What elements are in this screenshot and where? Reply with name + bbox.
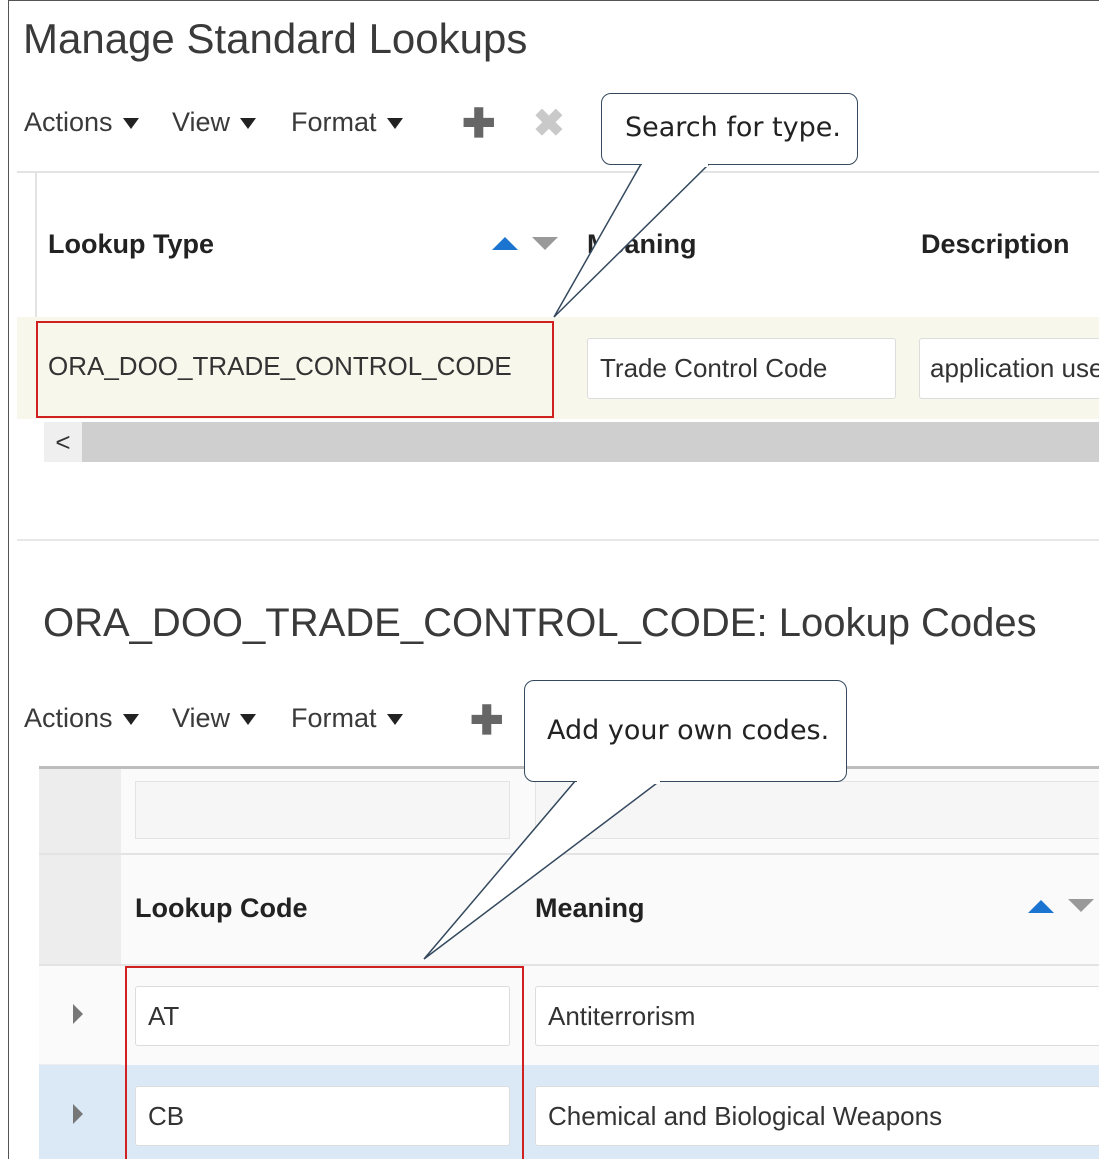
- callout-add-pointer: [423, 779, 664, 960]
- callout-pointers: [423, 163, 711, 960]
- callout-add-text: Add your own codes.: [547, 715, 830, 746]
- callout-search-pointer: [553, 163, 711, 318]
- callout-search-join: [642, 163, 708, 167]
- callout-add-join: [577, 779, 660, 784]
- app-frame: Manage Standard Lookups Actions View For…: [8, 0, 1099, 1159]
- callout-search-text: Search for type.: [625, 112, 841, 143]
